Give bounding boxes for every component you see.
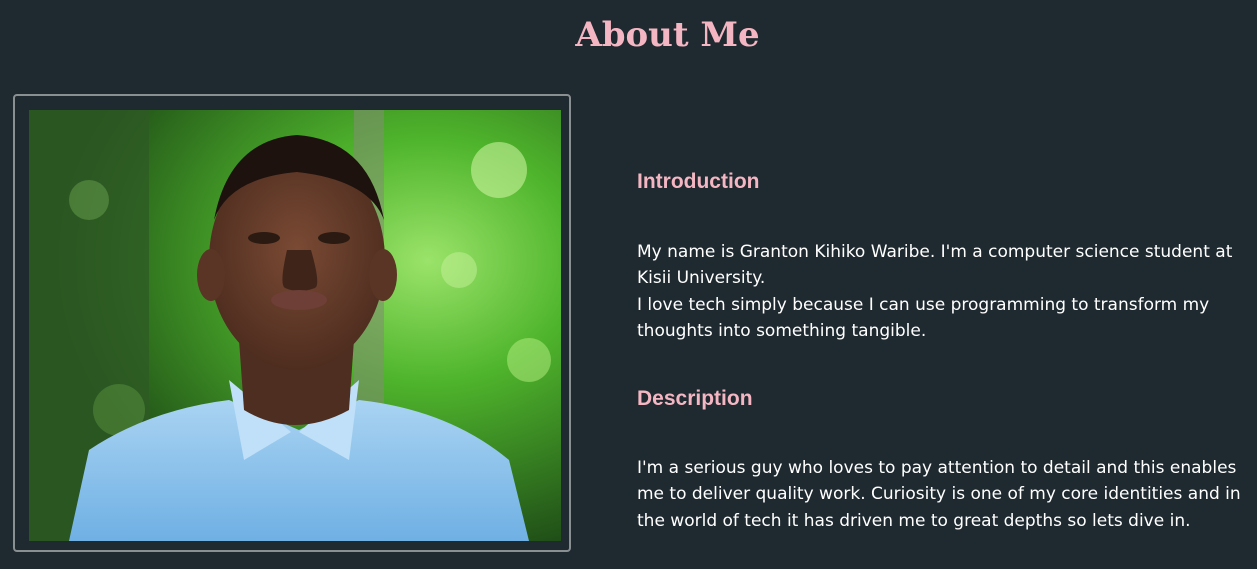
introduction-line: My name is Granton Kihiko Waribe. I'm a … [637,242,1233,289]
about-section: About Me Introduction My name is Granton… [0,0,1257,569]
introduction-heading: Introduction [637,170,760,193]
introduction-line: I love tech simply because I can use pro… [637,294,1210,341]
page-title: About Me [575,15,760,55]
profile-photo [29,110,561,541]
profile-photo-frame [13,94,571,552]
description-heading: Description [637,387,753,410]
introduction-text: My name is Granton Kihiko Waribe. I'm a … [637,239,1242,344]
description-text: I'm a serious guy who loves to pay atten… [637,458,1241,531]
